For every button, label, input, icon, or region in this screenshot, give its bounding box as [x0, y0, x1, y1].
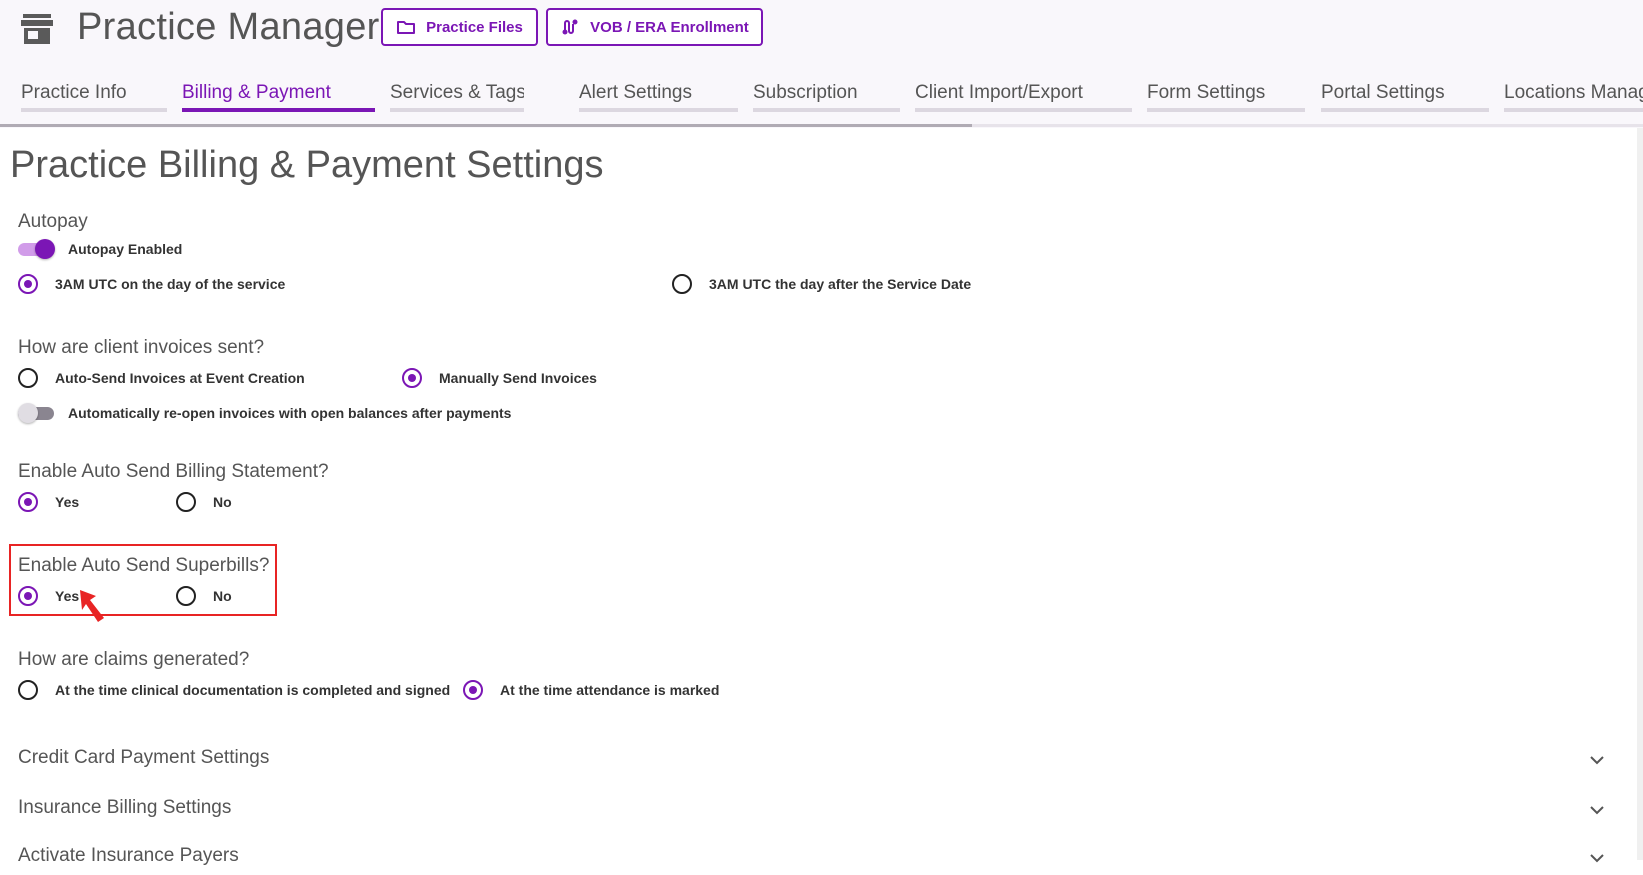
superbills-no[interactable]: No [176, 584, 232, 608]
autopay-option-day-of-service[interactable]: 3AM UTC on the day of the service [18, 272, 285, 296]
vob-era-enrollment-label: VOB / ERA Enrollment [590, 18, 749, 36]
toggle-knob [35, 239, 55, 259]
option-label: 3AM UTC the day after the Service Date [709, 276, 972, 292]
app-title: Practice Manager [77, 6, 380, 48]
option-label: At the time attendance is marked [500, 682, 720, 698]
toggle-knob [18, 403, 38, 423]
option-label: No [213, 494, 232, 510]
settings-tabs: Practice Info Billing & Payment Services… [0, 74, 1643, 112]
billing-statement-label: Enable Auto Send Billing Statement? [18, 461, 329, 482]
page-scrollbar[interactable] [1637, 128, 1643, 860]
reopen-invoices-toggle[interactable] [18, 401, 54, 425]
radio-unchecked[interactable] [672, 274, 692, 294]
reopen-invoices-label: Automatically re-open invoices with open… [68, 405, 512, 421]
folder-icon [397, 21, 416, 34]
practice-files-button[interactable]: Practice Files [381, 8, 538, 46]
vob-era-enrollment-button[interactable]: VOB / ERA Enrollment [546, 8, 763, 46]
option-label: Auto-Send Invoices at Event Creation [55, 370, 305, 386]
radio-checked[interactable] [18, 274, 38, 294]
tab-client-import-export[interactable]: Client Import/Export [915, 82, 1132, 112]
accordion-credit-card-payment-settings[interactable]: Credit Card Payment Settings [18, 747, 1608, 777]
route-icon [562, 19, 578, 35]
radio-unchecked[interactable] [176, 586, 196, 606]
page-title: Practice Billing & Payment Settings [10, 144, 604, 186]
accordion-insurance-billing-settings[interactable]: Insurance Billing Settings [18, 797, 1608, 827]
radio-checked[interactable] [463, 680, 483, 700]
app-header: Practice Manager Practice Files VOB / ER… [0, 0, 1643, 128]
autopay-toggle-label: Autopay Enabled [68, 241, 183, 257]
radio-checked[interactable] [18, 492, 38, 512]
tab-practice-info[interactable]: Practice Info [21, 82, 167, 112]
store-icon [21, 14, 53, 44]
invoice-option-manual[interactable]: Manually Send Invoices [402, 366, 597, 390]
claims-option-documentation[interactable]: At the time clinical documentation is co… [18, 678, 450, 702]
superbills-label: Enable Auto Send Superbills? [18, 555, 270, 576]
tab-services-tags[interactable]: Services & Tags [390, 82, 524, 112]
practice-files-label: Practice Files [426, 18, 523, 36]
radio-unchecked[interactable] [18, 680, 38, 700]
chevron-down-icon[interactable] [1586, 847, 1608, 869]
billing-statement-no[interactable]: No [176, 490, 232, 514]
tabs-scrollbar-thumb[interactable] [0, 124, 972, 127]
accordion-activate-insurance-payers[interactable]: Activate Insurance Payers [18, 845, 1608, 875]
invoice-option-auto-send[interactable]: Auto-Send Invoices at Event Creation [18, 366, 305, 390]
tab-alert-settings[interactable]: Alert Settings [579, 82, 738, 112]
tab-billing-payment[interactable]: Billing & Payment [182, 82, 375, 112]
claims-option-attendance[interactable]: At the time attendance is marked [463, 678, 719, 702]
tab-subscription[interactable]: Subscription [753, 82, 900, 112]
accordion-title: Credit Card Payment Settings [18, 747, 270, 768]
accordion-title: Activate Insurance Payers [18, 845, 239, 866]
autopay-option-day-after-service[interactable]: 3AM UTC the day after the Service Date [672, 272, 971, 296]
autopay-label: Autopay [18, 211, 88, 232]
radio-checked[interactable] [18, 586, 38, 606]
radio-checked[interactable] [402, 368, 422, 388]
radio-unchecked[interactable] [18, 368, 38, 388]
autopay-toggle[interactable] [18, 237, 55, 261]
option-label: Yes [55, 588, 80, 604]
option-label: Yes [55, 494, 80, 510]
chevron-down-icon[interactable] [1586, 749, 1608, 771]
claims-label: How are claims generated? [18, 649, 250, 670]
billing-statement-yes[interactable]: Yes [18, 490, 79, 514]
tab-portal-settings[interactable]: Portal Settings [1321, 82, 1489, 112]
radio-unchecked[interactable] [176, 492, 196, 512]
option-label: Manually Send Invoices [439, 370, 597, 386]
option-label: 3AM UTC on the day of the service [55, 276, 286, 292]
arrow-pointer-icon [80, 590, 104, 622]
option-label: No [213, 588, 232, 604]
superbills-yes[interactable]: Yes [18, 584, 79, 608]
invoices-label: How are client invoices sent? [18, 337, 265, 358]
accordion-title: Insurance Billing Settings [18, 797, 232, 818]
option-label: At the time clinical documentation is co… [55, 682, 451, 698]
tab-form-settings[interactable]: Form Settings [1147, 82, 1305, 112]
chevron-down-icon[interactable] [1586, 799, 1608, 821]
tab-locations-manager[interactable]: Locations Manag [1504, 82, 1643, 112]
